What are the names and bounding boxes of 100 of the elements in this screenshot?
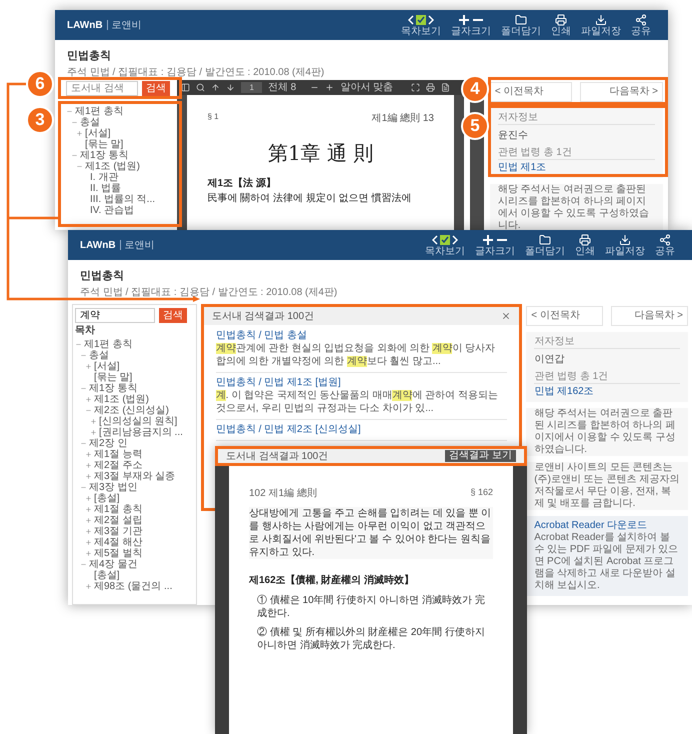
toc-item[interactable]: 제5절 벌칙 xyxy=(94,548,142,559)
toc-item[interactable]: 제1절 총칙 xyxy=(94,504,142,515)
toolbar-button[interactable]: 파일저장 xyxy=(600,234,650,256)
toc-item[interactable]: 제3장 법인 xyxy=(89,482,138,493)
down-arrow-icon[interactable] xyxy=(226,83,236,92)
toolbar-button[interactable]: 폴더담기 xyxy=(496,14,546,36)
next-toc-button[interactable]: 다음목차 > xyxy=(580,82,664,102)
toc-item[interactable]: [총설] xyxy=(94,493,120,504)
toc-item[interactable]: 제1조 (법원) xyxy=(94,394,149,405)
toc-item[interactable]: 총설 xyxy=(89,350,109,361)
toc-item[interactable]: 제2장 인 xyxy=(89,438,128,449)
toc-item[interactable]: 제1편 총칙 xyxy=(75,106,124,117)
toolbar-button[interactable]: 글자크기 xyxy=(470,234,520,256)
nav-arrows-icon xyxy=(432,234,458,246)
prev-toc-button[interactable]: < 이전목차 xyxy=(526,306,604,326)
expand-icon[interactable] xyxy=(85,517,92,524)
next-toc-button[interactable]: 다음목차 > xyxy=(611,306,688,326)
zoom-in-icon[interactable] xyxy=(325,83,334,92)
toc-item[interactable]: III. 법률의 적... xyxy=(90,194,156,205)
author-name: 윤진수 xyxy=(498,129,529,143)
toc-item[interactable]: [권리남용금지의 ... xyxy=(99,427,183,438)
related-law-link[interactable]: 민법 제162조 xyxy=(534,386,680,398)
toolbar-button[interactable]: 인쇄 xyxy=(546,14,576,36)
prev-toc-button[interactable]: < 이전목차 xyxy=(490,82,572,102)
expand-icon[interactable] xyxy=(85,506,92,513)
collapse-icon[interactable] xyxy=(80,484,87,491)
zoom-select[interactable]: 알아서 맞춤 xyxy=(340,80,394,95)
toc-item[interactable]: IV. 관습법 xyxy=(90,205,134,216)
toc-item[interactable]: [서설] xyxy=(94,361,120,372)
page-number-field[interactable]: 1 xyxy=(241,82,262,93)
toolbar-button[interactable]: 인쇄 xyxy=(570,234,600,256)
view-results-button[interactable]: 검색결과 보기 xyxy=(445,450,516,462)
expand-icon[interactable] xyxy=(85,495,92,502)
toc-item[interactable]: 제2절 주소 xyxy=(94,460,142,471)
expand-icon[interactable] xyxy=(85,528,92,535)
acrobat-download-link[interactable]: Acrobat Reader 다운로드 xyxy=(534,520,680,532)
toc-item[interactable]: 제1조 (법원) xyxy=(85,161,140,172)
running-head: 제1編 總則 13 xyxy=(372,112,434,126)
toc-item[interactable]: 제2조 (신의성실) xyxy=(94,405,169,416)
toc-item[interactable]: II. 법률 xyxy=(90,183,122,194)
search-button[interactable]: 검색 xyxy=(159,308,187,322)
expand-icon[interactable] xyxy=(90,429,97,436)
expand-icon[interactable] xyxy=(85,363,92,370)
toolbar-button[interactable]: 파일저장 xyxy=(576,14,626,36)
result-title-link[interactable]: 민법총칙 / 민법 제2조 [신의성실] xyxy=(216,423,508,436)
related-law-link[interactable]: 민법 제1조 xyxy=(498,162,655,174)
author-label: 저자정보 xyxy=(534,336,680,349)
expand-icon[interactable] xyxy=(85,550,92,557)
collapse-icon[interactable] xyxy=(80,385,87,392)
expand-icon[interactable] xyxy=(85,473,92,480)
toc-item[interactable]: 총설 xyxy=(80,117,100,128)
toc-item[interactable]: [총설] xyxy=(94,570,120,581)
search-button[interactable]: 검색 xyxy=(142,80,170,96)
expand-icon[interactable] xyxy=(85,396,92,403)
collapse-icon[interactable] xyxy=(80,561,87,568)
search-field[interactable]: 도서내 검색 xyxy=(66,80,138,96)
fullscreen-icon[interactable] xyxy=(410,83,420,92)
toc-item[interactable]: I. 개관 xyxy=(90,172,118,183)
expand-icon[interactable] xyxy=(90,418,97,425)
result-title-link[interactable]: 민법총칙 / 민법 제1조 [법원] xyxy=(216,376,508,389)
viewer-title: 도서내 검색결과 100건 xyxy=(226,450,328,464)
toc-item[interactable]: 제1장 통칙 xyxy=(89,383,138,394)
printer-icon[interactable] xyxy=(426,83,435,92)
expand-icon[interactable] xyxy=(85,451,92,458)
toolbar-button[interactable]: 폴더담기 xyxy=(520,234,570,256)
toc-item[interactable]: 제1편 총칙 xyxy=(84,339,132,350)
sidebar-toggle-icon[interactable] xyxy=(181,83,190,92)
document-icon[interactable] xyxy=(440,83,450,92)
toc-item[interactable]: [묶는 말] xyxy=(85,139,124,150)
expand-icon[interactable] xyxy=(85,539,92,546)
share-icon xyxy=(634,14,648,26)
close-icon[interactable] xyxy=(501,311,512,321)
up-arrow-icon[interactable] xyxy=(211,83,220,92)
toolbar-button[interactable]: 목차보기 xyxy=(420,234,470,256)
expand-icon[interactable] xyxy=(76,130,83,137)
toc-item[interactable]: 제1절 능력 xyxy=(94,449,142,460)
toolbar-button[interactable]: 공유 xyxy=(650,234,680,256)
expand-icon[interactable] xyxy=(85,583,92,590)
search-icon[interactable] xyxy=(196,83,206,92)
toolbar-button[interactable]: 공유 xyxy=(626,14,656,36)
toc-item[interactable]: 제98조 (물건의 ... xyxy=(94,581,172,592)
notice-text: 로앤비 사이트의 모든 콘텐츠는 (주)로앤비 또는 콘텐츠 제공자의 저작물로서 무단 이용, 전재, 복제 및 배포를 금합니다. xyxy=(526,462,688,510)
collapse-icon[interactable] xyxy=(80,440,87,447)
toc-item[interactable]: 제1장 통칙 xyxy=(80,150,128,161)
toc-item[interactable]: [서설] xyxy=(85,128,111,139)
toolbar-button[interactable]: 글자크기 xyxy=(446,14,496,36)
share-icon xyxy=(658,234,672,246)
result-title-link[interactable]: 민법총칙 / 민법 총설 xyxy=(216,329,508,342)
toc-item[interactable]: [묶는 말] xyxy=(94,372,132,383)
toc-item[interactable]: 제3절 부재와 실종 xyxy=(94,471,176,482)
collapse-icon[interactable] xyxy=(85,407,92,414)
toc-item[interactable]: 제4장 물건 xyxy=(89,559,138,570)
toolbar-button[interactable]: 목차보기 xyxy=(396,14,446,36)
toc-item[interactable]: 제4절 해산 xyxy=(94,537,142,548)
toc-item[interactable]: 제3절 기관 xyxy=(94,526,142,537)
search-field[interactable]: 계약 xyxy=(75,308,155,322)
expand-icon[interactable] xyxy=(85,462,92,469)
article-heading: 제1조【法 源】 xyxy=(207,176,277,191)
toc-item[interactable]: [신의성실의 원칙] xyxy=(99,416,178,427)
toc-item[interactable]: 제2절 설립 xyxy=(94,515,142,526)
